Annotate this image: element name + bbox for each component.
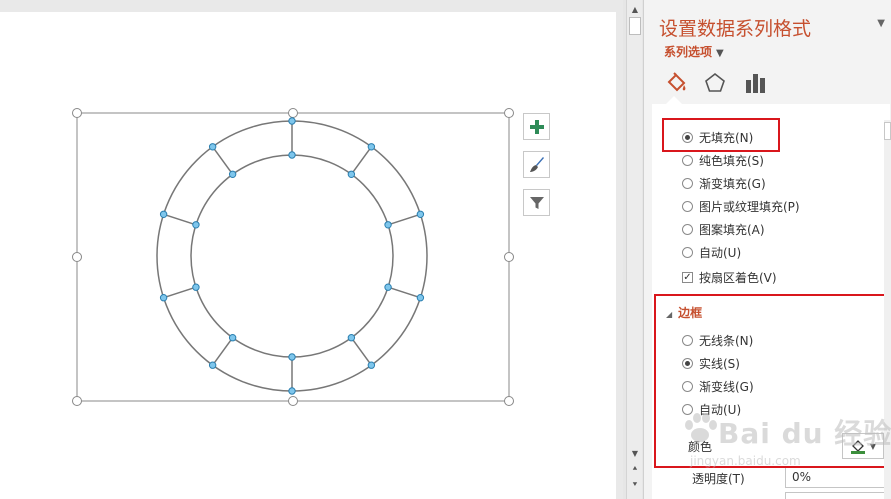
slice-handle-inner-6[interactable] (288, 353, 296, 361)
plus-icon (529, 119, 544, 134)
slice-handle-outer-7[interactable] (208, 361, 217, 369)
option-label: 图片或纹理填充(P) (699, 199, 800, 214)
slice-boundary-9[interactable] (163, 213, 197, 226)
chart-styles-button[interactable] (523, 151, 550, 178)
slice-handle-inner-5[interactable] (347, 334, 356, 342)
canvas-vertical-scrollbar[interactable]: ▲ ▼ ⯅ ⯆ (626, 0, 642, 499)
slice-boundary-3[interactable] (387, 213, 421, 226)
resize-handle-bc[interactable] (288, 396, 298, 406)
pane-scroll-thumb[interactable] (884, 122, 891, 140)
highlight-no-fill (662, 118, 780, 152)
paw-logo-icon (685, 413, 717, 442)
fill-option-solid[interactable]: 纯色填充(S) (682, 151, 764, 169)
slice-handle-outer-3[interactable] (416, 210, 425, 218)
scroll-thumb[interactable] (629, 17, 641, 35)
watermark-url: jingyan.baidu.com (690, 454, 801, 468)
brush-icon (529, 156, 544, 172)
fill-option-gradient[interactable]: 渐变填充(G) (682, 174, 766, 192)
slice-handle-outer-10[interactable] (208, 143, 217, 151)
watermark: Bai du 经验 jingyan.baidu.com (680, 402, 891, 482)
active-tab-indicator (666, 96, 682, 104)
scroll-up-icon[interactable]: ▲ (629, 3, 641, 15)
series-options-dropdown[interactable]: 系列选项 ▼ (664, 43, 724, 60)
slice-boundary-8[interactable] (163, 286, 197, 299)
slice-handle-inner-7[interactable] (228, 334, 237, 342)
option-label: 渐变填充(G) (699, 176, 766, 191)
radio-button[interactable] (682, 200, 693, 212)
resize-handle-tl[interactable] (72, 108, 82, 118)
series-options-tab-icon[interactable] (742, 70, 768, 96)
slice-handle-outer-1[interactable] (288, 117, 296, 125)
slice-boundary-4[interactable] (387, 286, 421, 299)
slice-handle-inner-4[interactable] (384, 283, 392, 291)
ring-outer-edge[interactable] (156, 120, 428, 392)
effects-tab-icon[interactable] (702, 70, 728, 96)
slice-handle-inner-3[interactable] (384, 221, 392, 229)
resize-handle-ml[interactable] (72, 252, 82, 262)
slice-handle-inner-9[interactable] (192, 221, 200, 229)
fill-option-pattern[interactable]: 图案填充(A) (682, 220, 765, 238)
checkbox[interactable]: ✓ (682, 271, 693, 283)
pane-title: 设置数据系列格式 (659, 18, 812, 40)
slice-handle-outer-9[interactable] (159, 210, 168, 218)
slice-handle-outer-5[interactable] (367, 361, 376, 369)
fill-line-tab-icon[interactable] (664, 70, 690, 96)
chart-elements-button[interactable] (523, 113, 550, 140)
resize-handle-tr[interactable] (504, 108, 514, 118)
series-options-label: 系列选项 (664, 45, 713, 59)
slice-handle-outer-4[interactable] (416, 294, 425, 302)
width-input[interactable] (785, 492, 885, 499)
doughnut-chart[interactable] (0, 0, 623, 499)
slice-boundary-10[interactable] (212, 146, 234, 175)
resize-handle-br[interactable] (504, 396, 514, 406)
resize-handle-mr[interactable] (504, 252, 514, 262)
filter-icon (529, 196, 544, 209)
option-label: 自动(U) (699, 245, 742, 260)
slice-handle-inner-8[interactable] (192, 283, 200, 291)
resize-handle-tc[interactable] (288, 108, 298, 118)
pane-menu-icon[interactable]: ▼ (877, 18, 885, 29)
slice-handle-outer-2[interactable] (367, 143, 376, 151)
fill-option-picture[interactable]: 图片或纹理填充(P) (682, 197, 800, 215)
watermark-text: Bai du 经验 (718, 417, 891, 450)
slice-handle-inner-10[interactable] (228, 170, 237, 178)
radio-button[interactable] (682, 223, 693, 235)
slice-boundary-7[interactable] (212, 337, 234, 366)
chart-filters-button[interactable] (523, 189, 550, 216)
option-label: 按扇区着色(V) (699, 270, 777, 285)
fill-option-automatic[interactable]: 自动(U) (682, 243, 741, 261)
slice-handle-inner-1[interactable] (288, 151, 296, 159)
slice-boundary-5[interactable] (350, 337, 372, 366)
slice-handle-inner-2[interactable] (347, 170, 356, 178)
next-slide-icon[interactable]: ⯆ (629, 479, 641, 491)
slice-handle-outer-8[interactable] (159, 294, 168, 302)
scroll-down-icon[interactable]: ▼ (629, 447, 641, 459)
radio-button[interactable] (682, 177, 693, 189)
ring-inner-edge[interactable] (190, 154, 394, 358)
slide-canvas-area (0, 0, 623, 499)
slice-boundary-2[interactable] (350, 146, 372, 175)
resize-handle-bl[interactable] (72, 396, 82, 406)
radio-button[interactable] (682, 246, 693, 258)
previous-slide-icon[interactable]: ⯅ (629, 463, 641, 475)
chevron-down-icon: ▼ (716, 48, 724, 59)
slice-handle-outer-6[interactable] (288, 387, 296, 395)
option-label: 纯色填充(S) (699, 153, 764, 168)
option-label: 图案填充(A) (699, 222, 765, 237)
vary-colors-option[interactable]: ✓ 按扇区着色(V) (682, 268, 777, 286)
radio-button[interactable] (682, 154, 693, 166)
